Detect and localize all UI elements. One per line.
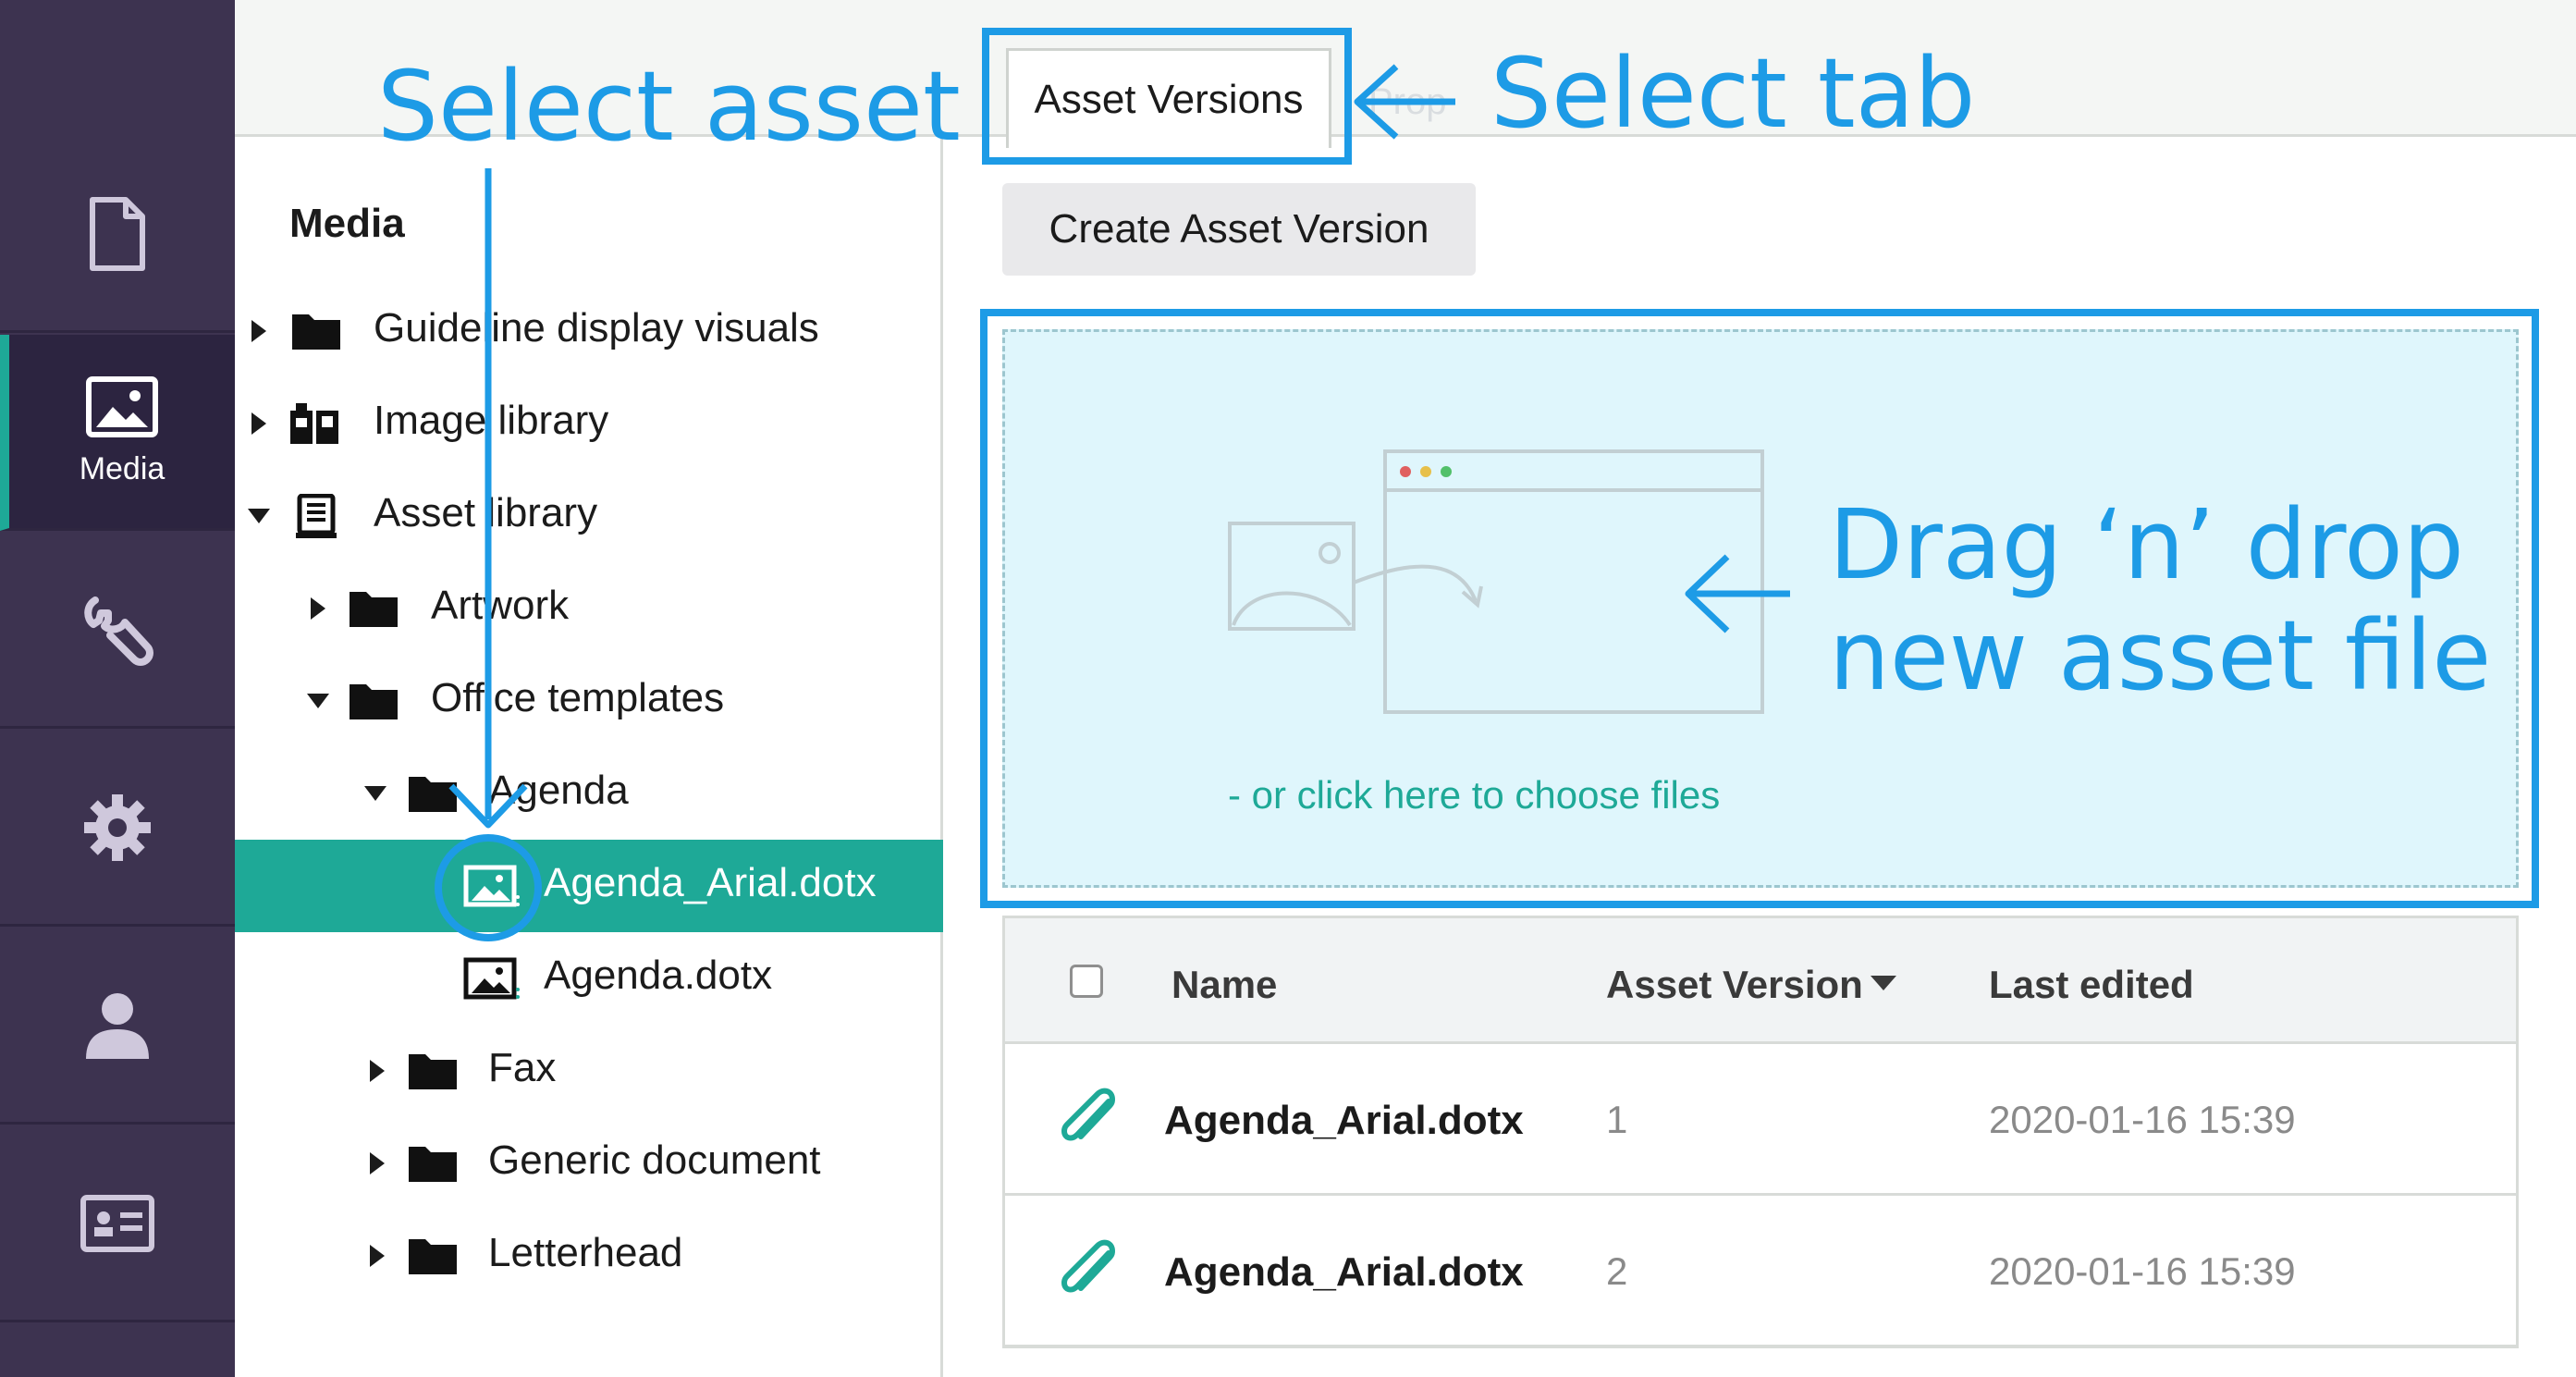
annotation-select-asset: Select asset (377, 50, 961, 163)
annotation-select-tab: Select tab (1490, 37, 1976, 150)
annotation-drag-line-1: Drag ‘n’ drop (1829, 488, 2464, 601)
annotation-drag-line-2: new asset file (1829, 599, 2492, 712)
